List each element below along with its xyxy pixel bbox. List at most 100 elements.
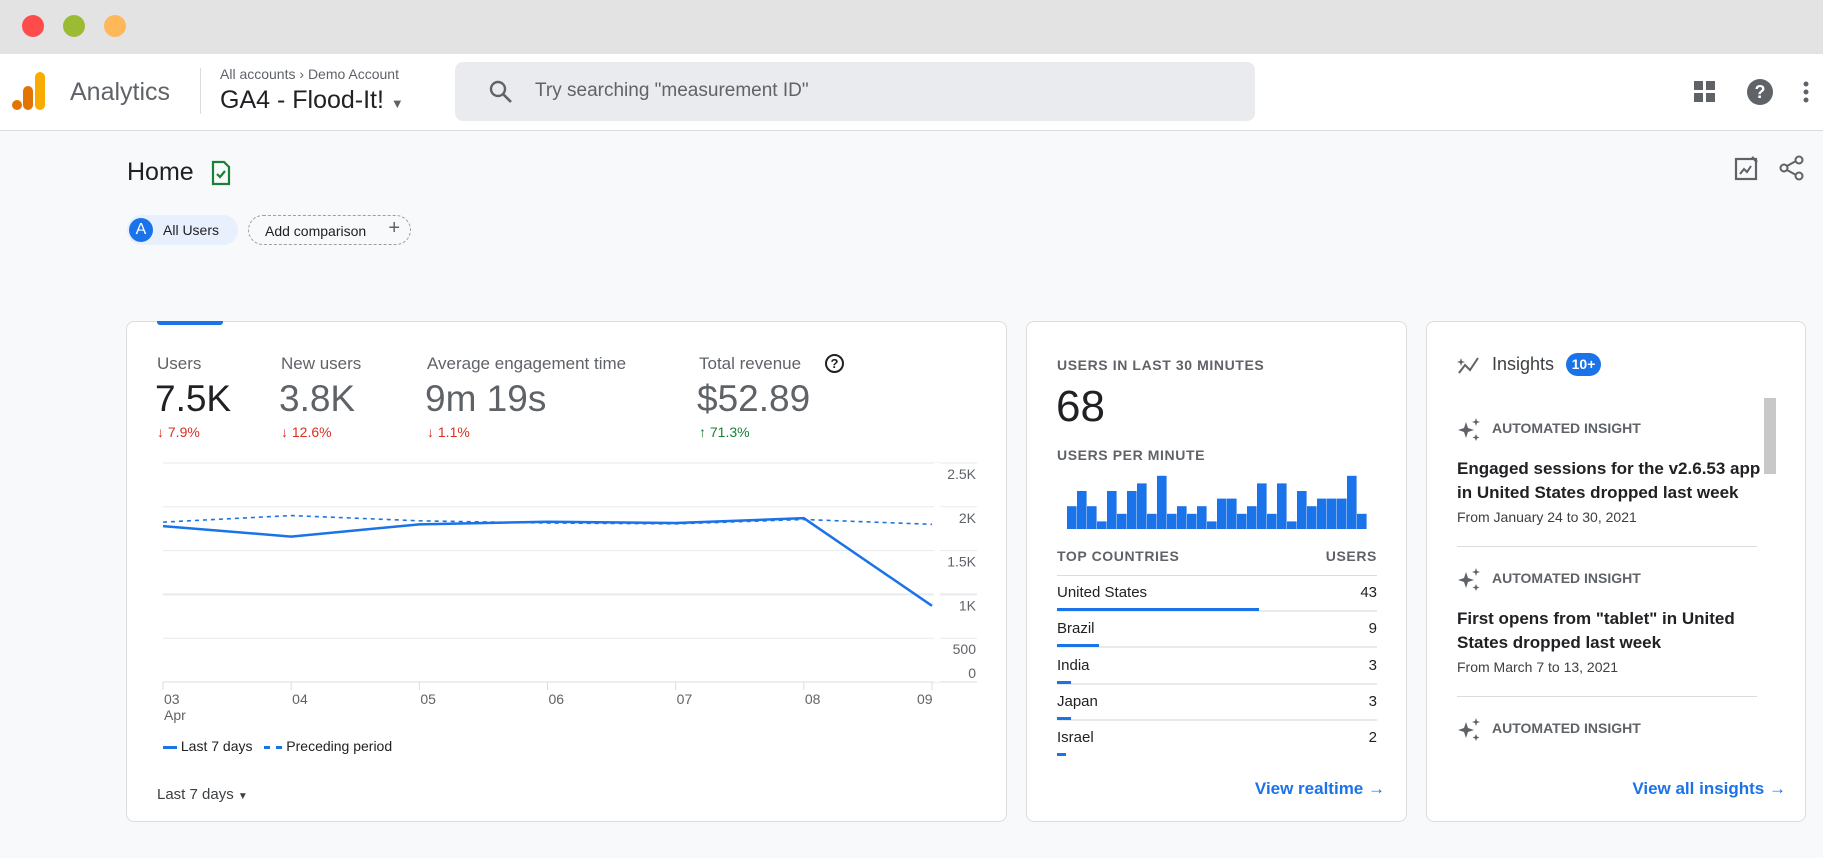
minute-bar[interactable]	[1347, 475, 1357, 529]
insight-title[interactable]: Engaged sessions for the v2.6.53 app in …	[1457, 457, 1767, 505]
minute-bar[interactable]	[1147, 513, 1157, 529]
y-tick-label: 2K	[959, 510, 977, 526]
apps-grid-icon[interactable]	[1694, 81, 1716, 103]
country-users: 2	[1368, 729, 1377, 747]
x-tick-label: 03	[164, 691, 180, 707]
metric-delta-value: 1.1%	[437, 424, 470, 440]
minute-bar[interactable]	[1327, 498, 1337, 529]
minute-bar[interactable]	[1317, 498, 1327, 529]
help-icon[interactable]: ?	[1747, 79, 1773, 105]
view-all-insights-link[interactable]: View all insights →	[1600, 779, 1786, 799]
search-icon	[489, 80, 512, 103]
minute-bar[interactable]	[1077, 491, 1087, 529]
insight-tag: AUTOMATED INSIGHT	[1492, 570, 1641, 586]
view-realtime-link[interactable]: View realtime →	[1240, 779, 1385, 799]
minute-bar[interactable]	[1257, 483, 1267, 529]
top-header: Analytics All accounts › Demo Account GA…	[0, 54, 1823, 131]
minute-bar[interactable]	[1117, 513, 1127, 529]
legend-preceding-period: Preceding period	[286, 738, 393, 754]
minute-bar[interactable]	[1107, 491, 1117, 529]
metric-delta: ↓ 7.9%	[157, 424, 200, 440]
minute-bar[interactable]	[1217, 498, 1227, 529]
insight-tag: AUTOMATED INSIGHT	[1492, 720, 1641, 736]
breadcrumb-all-accounts[interactable]: All accounts	[220, 66, 295, 82]
arrow-up-icon: ↑	[699, 424, 710, 440]
minute-bar[interactable]	[1067, 506, 1077, 529]
legend-solid-swatch	[163, 745, 177, 749]
share-icon[interactable]	[1779, 155, 1805, 181]
minute-bar[interactable]	[1087, 506, 1097, 529]
insights-scrollbar[interactable]	[1764, 398, 1776, 474]
metric-label[interactable]: Average engagement time	[427, 354, 626, 374]
date-range-selector[interactable]: Last 7 days ▼	[157, 786, 248, 803]
add-comparison-button[interactable]: Add comparison +	[248, 215, 411, 245]
country-share-bar	[1057, 644, 1100, 648]
arrow-right-icon: →	[1368, 779, 1385, 798]
minute-bar[interactable]	[1287, 521, 1297, 529]
analytics-logo-icon[interactable]	[12, 72, 46, 110]
insight-title[interactable]: First opens from "tablet" in United Stat…	[1457, 607, 1767, 655]
customize-report-icon[interactable]	[1734, 155, 1760, 181]
selected-metric-tab-indicator	[157, 321, 223, 325]
legend-dashed-swatch	[264, 745, 283, 749]
breadcrumb[interactable]: All accounts › Demo Account	[220, 66, 399, 82]
minute-bar[interactable]	[1237, 513, 1247, 529]
minute-bar[interactable]	[1197, 506, 1207, 529]
add-comparison-label: Add comparison	[265, 223, 367, 239]
last-7-days-line	[162, 516, 933, 607]
minute-bar[interactable]	[1247, 506, 1257, 529]
maximize-window-button[interactable]	[104, 15, 126, 37]
col-users: USERS	[1325, 548, 1377, 564]
y-tick-label: 500	[953, 641, 977, 657]
minute-bar[interactable]	[1097, 521, 1107, 529]
country-users: 3	[1368, 656, 1377, 674]
x-tick-label: 06	[549, 691, 565, 707]
close-window-button[interactable]	[22, 15, 44, 37]
search-input[interactable]: Try searching "measurement ID"	[535, 80, 809, 102]
country-share-bar	[1057, 716, 1072, 720]
metric-label[interactable]: Total revenue	[699, 354, 801, 374]
insight-divider	[1457, 696, 1757, 697]
minute-bar[interactable]	[1307, 506, 1317, 529]
minute-bar[interactable]	[1207, 521, 1217, 529]
x-month-label: Apr	[164, 707, 186, 723]
minute-bar[interactable]	[1167, 513, 1177, 529]
col-top-countries: TOP COUNTRIES	[1057, 548, 1180, 564]
minute-bar[interactable]	[1177, 506, 1187, 529]
minute-bar[interactable]	[1337, 498, 1347, 529]
y-tick-label: 1.5K	[947, 554, 976, 570]
help-circle-icon[interactable]: ?	[825, 354, 844, 373]
x-tick-label: 04	[292, 691, 308, 707]
sparkle-icon	[1458, 718, 1480, 741]
country-users: 9	[1368, 620, 1377, 638]
minute-bar[interactable]	[1157, 475, 1167, 529]
minute-bar[interactable]	[1297, 491, 1307, 529]
legend-last-7-days: Last 7 days	[180, 738, 253, 754]
minute-bar[interactable]	[1267, 513, 1277, 529]
minute-bar[interactable]	[1227, 498, 1237, 529]
metric-label[interactable]: New users	[281, 354, 361, 374]
search-bar[interactable]: Try searching "measurement ID"	[455, 62, 1255, 121]
users-per-minute-label: USERS PER MINUTE	[1057, 447, 1206, 463]
users-line-chart: 0 500 1K 1.5K 2K 2.5K 03 04 05 06 07 08 09 Apr	[162, 462, 977, 723]
country-name: United States	[1057, 584, 1148, 601]
property-selector[interactable]: GA4 - Flood-It! ▼	[220, 86, 404, 115]
minute-bar[interactable]	[1357, 513, 1367, 529]
country-share-bar	[1057, 753, 1067, 757]
minute-bar[interactable]	[1187, 513, 1197, 529]
minute-bar[interactable]	[1127, 491, 1137, 529]
insight-date: From January 24 to 30, 2021	[1457, 509, 1637, 525]
sparkle-icon	[1458, 568, 1480, 591]
minute-bar[interactable]	[1277, 483, 1287, 529]
date-range-label: Last 7 days	[157, 786, 234, 803]
sparkle-icon	[1458, 418, 1480, 441]
breadcrumb-account[interactable]: Demo Account	[308, 66, 399, 82]
more-vert-icon[interactable]	[1802, 80, 1810, 104]
country-share-bar	[1057, 680, 1072, 684]
minimize-window-button[interactable]	[63, 15, 85, 37]
table-divider	[1057, 575, 1377, 576]
minute-bar[interactable]	[1137, 483, 1147, 529]
segment-chip-all-users[interactable]: A All Users	[127, 215, 238, 245]
users-per-minute-bar-chart	[1067, 475, 1367, 529]
metric-label[interactable]: Users	[157, 354, 201, 374]
